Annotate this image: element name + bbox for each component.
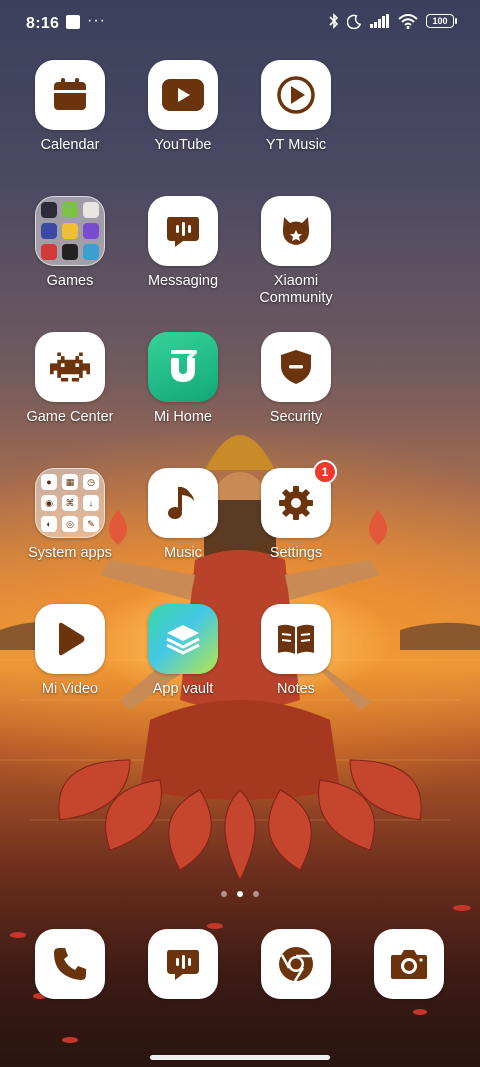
signal-icon bbox=[370, 14, 389, 28]
do-not-disturb-moon-icon bbox=[347, 14, 362, 29]
app-settings[interactable]: 1 Settings bbox=[236, 460, 356, 562]
messaging-icon bbox=[148, 196, 218, 266]
app-label: Mi Home bbox=[153, 409, 212, 425]
games-folder-icon bbox=[35, 196, 105, 266]
mi-video-icon bbox=[35, 604, 105, 674]
page-dot bbox=[221, 891, 227, 897]
app-messaging[interactable]: Messaging bbox=[123, 196, 243, 290]
yt-music-icon bbox=[261, 60, 331, 130]
app-label: Game Center bbox=[26, 409, 114, 425]
music-note-icon bbox=[148, 468, 218, 538]
app-youtube[interactable]: YouTube bbox=[123, 60, 243, 154]
app-label: System apps bbox=[28, 545, 112, 561]
app-label: Mi Video bbox=[41, 681, 99, 697]
app-mi-home[interactable]: Mi Home bbox=[123, 332, 243, 426]
status-icons: 100 bbox=[329, 13, 457, 29]
app-label: Games bbox=[46, 273, 94, 289]
security-shield-icon bbox=[261, 332, 331, 402]
dock-phone[interactable] bbox=[10, 929, 130, 999]
app-music[interactable]: Music bbox=[123, 468, 243, 562]
page-indicator[interactable] bbox=[0, 891, 480, 897]
page-dot bbox=[253, 891, 259, 897]
settings-gear-icon: 1 bbox=[261, 460, 337, 538]
bluetooth-icon bbox=[329, 13, 339, 29]
wifi-icon bbox=[398, 13, 418, 29]
app-label: App vault bbox=[152, 681, 214, 697]
folder-games[interactable]: Games bbox=[10, 196, 130, 290]
app-yt-music[interactable]: YT Music bbox=[236, 60, 356, 154]
app-label: Calendar bbox=[40, 137, 100, 153]
app-calendar[interactable]: Calendar bbox=[10, 60, 130, 154]
dock-chrome[interactable] bbox=[236, 929, 356, 999]
app-label: Security bbox=[269, 409, 323, 425]
app-notes[interactable]: Notes bbox=[236, 604, 356, 698]
dock-messaging[interactable] bbox=[123, 929, 243, 999]
messaging-icon bbox=[148, 929, 218, 999]
dock-camera[interactable] bbox=[349, 929, 469, 999]
phone-icon bbox=[35, 929, 105, 999]
system-apps-folder-icon: ● ▦ ◷ ◉ ⌘ ↓ ◐ ◎ ✎ bbox=[35, 468, 105, 538]
app-label: Messaging bbox=[147, 273, 219, 289]
page-dot-active bbox=[237, 891, 243, 897]
battery-level: 100 bbox=[432, 15, 448, 26]
status-time: 8:16 bbox=[26, 15, 60, 32]
home-gesture-bar[interactable] bbox=[150, 1055, 330, 1060]
notes-icon bbox=[261, 604, 331, 674]
more-notifications-icon: ··· bbox=[87, 12, 106, 29]
app-label: YT Music bbox=[265, 137, 327, 153]
app-label: YouTube bbox=[154, 137, 212, 153]
notification-square-icon bbox=[66, 15, 80, 29]
camera-icon bbox=[374, 929, 444, 999]
app-label: Notes bbox=[277, 681, 315, 697]
app-label: Settings bbox=[269, 545, 323, 561]
battery-icon: 100 bbox=[426, 14, 457, 28]
folder-system-apps[interactable]: ● ▦ ◷ ◉ ⌘ ↓ ◐ ◎ ✎ System apps bbox=[10, 468, 130, 562]
calendar-icon bbox=[35, 60, 105, 130]
app-vault-icon bbox=[148, 604, 218, 674]
app-mi-video[interactable]: Mi Video bbox=[10, 604, 130, 698]
status-bar: 8:16 ··· 100 bbox=[0, 0, 480, 46]
notification-badge: 1 bbox=[313, 460, 337, 484]
app-app-vault[interactable]: App vault bbox=[123, 604, 243, 698]
app-label: Music bbox=[164, 545, 202, 561]
game-center-icon bbox=[35, 332, 105, 402]
app-security[interactable]: Security bbox=[236, 332, 356, 426]
mi-home-icon bbox=[148, 332, 218, 402]
app-label: Xiaomi Community bbox=[259, 273, 333, 306]
youtube-icon bbox=[148, 60, 218, 130]
xiaomi-community-icon bbox=[261, 196, 331, 266]
app-xiaomi-community[interactable]: Xiaomi Community bbox=[236, 196, 356, 307]
app-game-center[interactable]: Game Center bbox=[10, 332, 130, 426]
chrome-icon bbox=[261, 929, 331, 999]
